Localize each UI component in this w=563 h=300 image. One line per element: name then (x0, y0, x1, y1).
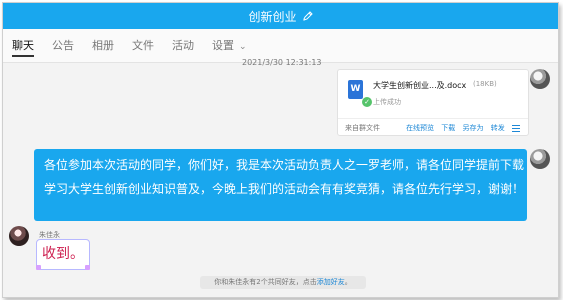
file-size: (18KB) (473, 80, 497, 88)
tab-chat[interactable]: 聊天 (12, 29, 34, 62)
file-name: 大学生创新创业...及.docx (373, 81, 467, 90)
settings-label: 设置 (212, 39, 234, 52)
file-actions: 在线预览 下载 另存为 转发 (401, 123, 520, 133)
reply-message-bubble: 收到。 (36, 239, 90, 270)
file-message-card[interactable]: W ✓ 大学生创新创业...及.docx (18KB) 上传成功 来自群文件 在… (337, 69, 529, 136)
common-friends-notice: 你和朱佳永有2个共同好友，点击添加好友。 (200, 276, 366, 289)
add-friend-link[interactable]: 添加好友 (317, 278, 345, 286)
preview-link[interactable]: 在线预览 (406, 124, 434, 132)
window-title: 创新创业 (248, 9, 297, 24)
reply-text: 收到。 (42, 246, 84, 262)
pencil-icon[interactable] (303, 11, 313, 21)
decoration-icon (36, 265, 41, 270)
message-timestamp: 2021/3/30 12:31:13 (242, 58, 322, 67)
tab-announcements[interactable]: 公告 (52, 29, 74, 62)
notice-text: 你和朱佳永有2个共同好友，点击 (214, 278, 317, 286)
upload-status: 上传成功 (373, 98, 401, 106)
check-circle-icon: ✓ (362, 97, 372, 107)
title-bar: 创新创业 (3, 3, 558, 29)
download-link[interactable]: 下载 (441, 124, 455, 132)
chevron-down-icon: ⌄ (239, 42, 247, 52)
teacher-avatar[interactable] (530, 149, 550, 169)
group-chat-window: 创新创业 聊天 公告 相册 文件 活动 设置 ⌄ 2021/3/30 12:31:… (2, 2, 559, 298)
notice-end: 。 (344, 278, 352, 286)
file-source: 来自群文件 (345, 124, 380, 132)
forward-link[interactable]: 转发 (491, 124, 505, 132)
student-avatar[interactable] (9, 226, 29, 246)
word-document-icon: W (348, 80, 363, 99)
tab-album[interactable]: 相册 (92, 29, 114, 62)
teacher-message-bubble: 各位参加本次活动的同学，你们好，我是本次活动负责人之一罗老师，请各位同学提前下载… (34, 149, 527, 221)
tab-files[interactable]: 文件 (132, 29, 154, 62)
menu-icon[interactable] (512, 127, 520, 129)
file-card-footer: 来自群文件 在线预览 下载 另存为 转发 (338, 118, 528, 136)
tab-activities[interactable]: 活动 (172, 29, 194, 62)
save-as-link[interactable]: 另存为 (463, 124, 484, 132)
decoration-icon (85, 265, 90, 270)
teacher-avatar[interactable] (530, 69, 550, 89)
